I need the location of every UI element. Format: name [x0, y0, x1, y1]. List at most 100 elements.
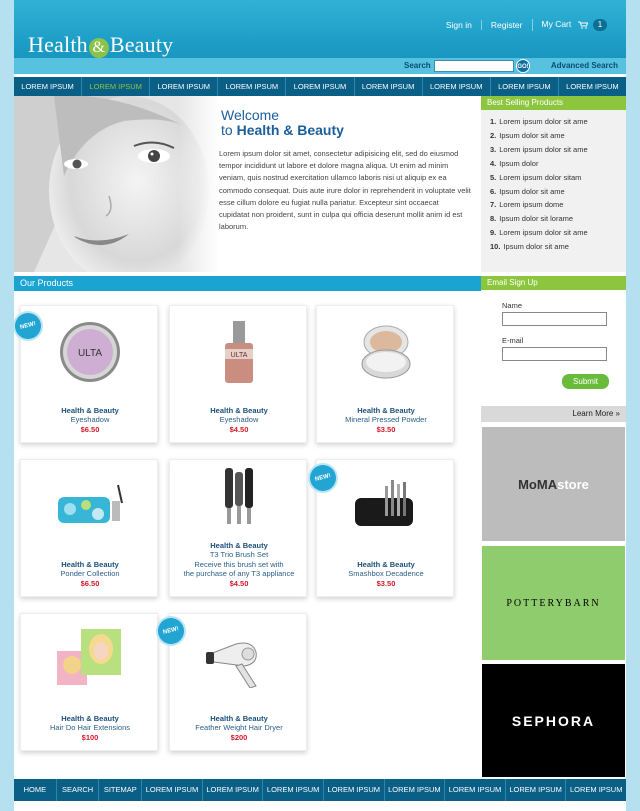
logo-text-health: Health [28, 32, 88, 57]
topnav-item[interactable]: LOREM IPSUM [149, 77, 217, 96]
best-selling-item[interactable]: 10. Ipsum dolor sit ame [490, 240, 626, 254]
footer-nav-item[interactable]: LOREM IPSUM [322, 779, 384, 801]
welcome-line2-brand: Health & Beauty [236, 122, 344, 138]
topnav-item-active[interactable]: LOREM IPSUM [81, 77, 149, 96]
footer-nav-item[interactable]: LOREM IPSUM [383, 779, 445, 801]
topnav-item[interactable]: LOREM IPSUM [285, 77, 353, 96]
product-price: $3.50 [376, 578, 396, 588]
cosmetic-bag-icon [21, 470, 159, 542]
cart-link[interactable]: My Cart 1 [531, 19, 617, 31]
search-go-button[interactable]: GO! [516, 59, 530, 73]
best-selling-item[interactable]: 7. Lorem ipsum dome [490, 198, 626, 212]
welcome-paragraph: Lorem ipsum dolor sit amet, consectetur … [219, 149, 471, 232]
footer-home-link[interactable]: HOME [14, 779, 56, 801]
product-name: Feather Weight Hair Dryer [195, 723, 283, 732]
moma-store-logo: MoMAstore [518, 476, 589, 492]
best-selling-item[interactable]: 2. Ipsum dolor sit ame [490, 129, 626, 143]
shopping-cart-icon [577, 21, 588, 29]
best-selling-title: Best Selling Products [481, 96, 626, 110]
hair-brush-set-icon [170, 466, 308, 526]
welcome-line1: Welcome [221, 107, 280, 123]
moma-store-ad[interactable]: MoMAstore [482, 427, 625, 541]
topnav-item[interactable]: LOREM IPSUM [14, 77, 81, 96]
product-price: $6.50 [80, 578, 100, 588]
product-price: $100 [81, 732, 99, 742]
product-name: Ponder Collection [60, 569, 120, 578]
email-field[interactable] [502, 347, 607, 361]
footer-nav-item[interactable]: LOREM IPSUM [444, 779, 505, 801]
product-card[interactable]: Health & Beauty Smashbox Decadence $3.50 [316, 459, 454, 597]
email-signup-title: Email Sign Up [481, 276, 626, 290]
email-label: E-mail [502, 336, 524, 345]
header: Health & Beauty Sign in Register My Cart 1… [14, 0, 626, 74]
welcome-banner: Welcome to Health & Beauty Lorem ipsum d… [14, 96, 481, 272]
best-selling-item[interactable]: 1. Lorem ipsum dolor sit ame [490, 115, 626, 129]
product-card[interactable]: Health & Beauty Mineral Pressed Powder $… [316, 305, 454, 443]
product-name: Eyeshadow [70, 415, 110, 424]
product-name: Smashbox Decadence [348, 569, 424, 578]
topnav-item[interactable]: LOREM IPSUM [217, 77, 285, 96]
product-price: $6.50 [80, 424, 100, 434]
products-grid: ULTA Health & Beauty Eyeshadow $6.50 NEW… [14, 291, 481, 777]
topnav-item[interactable]: LOREM IPSUM [489, 77, 558, 96]
best-selling-item[interactable]: 8. Ipsum dolor sit lorame [490, 212, 626, 226]
product-promo-line: the purchase of any T3 appliance [183, 569, 295, 578]
hair-extension-photo-icon [21, 624, 159, 696]
best-selling-item[interactable]: 5. Lorem ipsum dolor sitam [490, 171, 626, 185]
name-field[interactable] [502, 312, 607, 326]
topnav-item[interactable]: LOREM IPSUM [421, 77, 490, 96]
logo-ampersand-icon: & [88, 38, 109, 58]
product-info: Health & Beauty Hair Do Hair Extensions … [21, 714, 159, 743]
eyeshadow-compact-icon: ULTA [21, 316, 159, 388]
product-image-label: ULTA [78, 348, 102, 359]
signin-link[interactable]: Sign in [437, 20, 481, 30]
top-navigation: LOREM IPSUM LOREM IPSUM LOREM IPSUM LORE… [14, 77, 626, 96]
best-selling-item[interactable]: 6. Ipsum dolor sit ame [490, 185, 626, 199]
product-card[interactable]: Health & Beauty Feather Weight Hair Drye… [169, 613, 307, 751]
product-brand: Health & Beauty [61, 559, 119, 569]
pottery-barn-ad[interactable]: POTTERYBARN [482, 546, 625, 660]
product-name: T3 Trio Brush Set [209, 550, 269, 559]
product-brand: Health & Beauty [61, 713, 119, 723]
footer-nav-item[interactable]: LOREM IPSUM [141, 779, 202, 801]
footer-search-link[interactable]: SEARCH [55, 779, 99, 801]
search-label: Search [404, 61, 431, 70]
page: Health & Beauty Sign in Register My Cart 1… [14, 0, 626, 811]
footer-nav-item[interactable]: LOREM IPSUM [201, 779, 263, 801]
email-signup-panel: Email Sign Up Name E-mail Submit [481, 276, 626, 406]
footer-sitemap-link[interactable]: SITEMAP [98, 779, 141, 801]
product-card[interactable]: Health & Beauty Hair Do Hair Extensions … [20, 613, 158, 751]
search-input[interactable] [434, 60, 514, 72]
footer-nav-item[interactable]: LOREM IPSUM [565, 779, 626, 801]
hair-dryer-icon [170, 624, 308, 696]
sephora-ad[interactable]: SEPHORA [482, 664, 625, 777]
site-logo[interactable]: Health & Beauty [28, 32, 173, 58]
topnav-item[interactable]: LOREM IPSUM [353, 77, 422, 96]
account-links: Sign in Register My Cart 1 [437, 19, 616, 31]
topnav-item[interactable]: LOREM IPSUM [557, 77, 626, 96]
footer-nav-item[interactable]: LOREM IPSUM [262, 779, 323, 801]
product-promo-line: Receive this brush set with [194, 559, 284, 569]
product-card[interactable]: Health & Beauty T3 Trio Brush Set Receiv… [169, 459, 307, 597]
product-brand: Health & Beauty [210, 713, 268, 723]
submit-button[interactable]: Submit [562, 374, 609, 389]
product-brand: Health & Beauty [210, 405, 268, 415]
product-info: Health & Beauty Ponder Collection $6.50 [21, 560, 159, 589]
advanced-search-link[interactable]: Advanced Search [551, 61, 618, 70]
product-price: $4.50 [229, 578, 249, 588]
best-selling-item[interactable]: 4. Ipsum dolor [490, 157, 626, 171]
register-link[interactable]: Register [480, 20, 532, 30]
footer-nav-item[interactable]: LOREM IPSUM [504, 779, 566, 801]
learn-more-link[interactable]: Learn More » [481, 406, 626, 422]
pottery-barn-logo: POTTERYBARN [506, 597, 601, 609]
welcome-heading: Welcome to Health & Beauty [221, 108, 344, 138]
best-selling-item[interactable]: 9. Lorem ipsum dolor sit ame [490, 226, 626, 240]
product-price: $4.50 [229, 424, 249, 434]
product-name: Hair Do Hair Extensions [49, 723, 131, 732]
product-info: Health & Beauty Eyeshadow $6.50 [21, 406, 159, 435]
best-selling-item[interactable]: 3. Lorem ipsum dolor sit ame [490, 143, 626, 157]
product-info: Health & Beauty Eyeshadow $4.50 [170, 406, 308, 435]
product-card[interactable]: Health & Beauty Ponder Collection $6.50 [20, 459, 158, 597]
model-face-image [14, 96, 219, 272]
product-card[interactable]: ULTA Health & Beauty Eyeshadow $4.50 [169, 305, 307, 443]
